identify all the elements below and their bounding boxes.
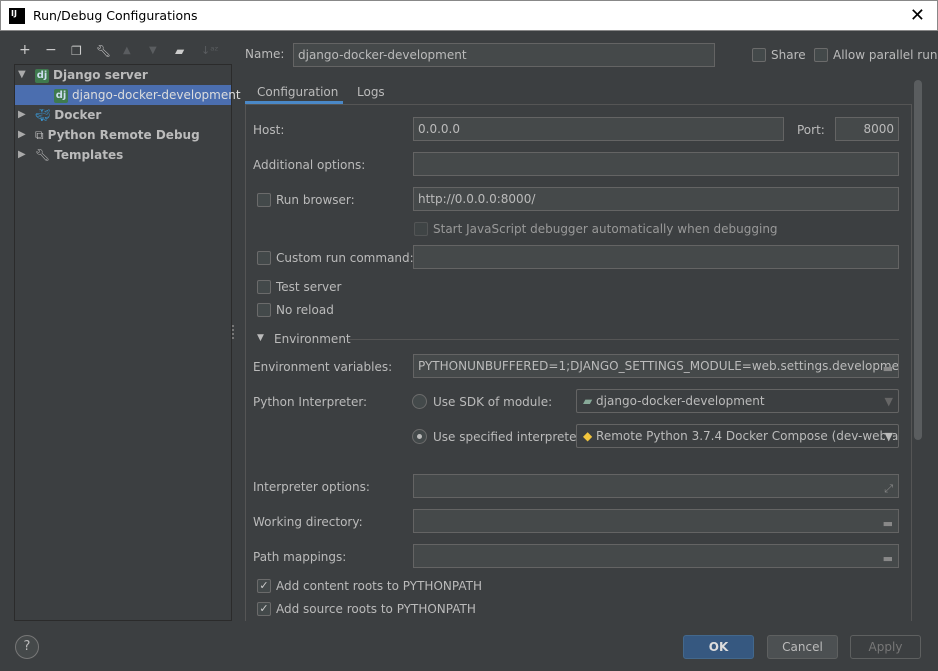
path-mappings-input[interactable]: ▬	[413, 544, 899, 568]
tab-logs[interactable]: Logs	[357, 85, 385, 99]
no-reload-checkbox[interactable]	[257, 303, 271, 317]
run-browser-checkbox[interactable]	[257, 193, 271, 207]
interpreter-dropdown[interactable]: ◆ Remote Python 3.7.4 Docker Compose (de…	[576, 424, 899, 448]
cancel-button[interactable]: Cancel	[767, 635, 838, 659]
working-directory-input[interactable]: ▬	[413, 509, 899, 533]
expand-icon[interactable]: ⤢	[884, 478, 893, 497]
new-folder-icon[interactable]: ▰	[175, 44, 184, 58]
path-mappings-label: Path mappings:	[253, 550, 347, 564]
django-icon: dj	[35, 68, 49, 83]
allow-parallel-label: Allow parallel run	[833, 48, 938, 62]
use-sdk-radio[interactable]	[412, 394, 427, 409]
working-directory-label: Working directory:	[253, 515, 363, 529]
arrow-down-icon: ▼	[149, 45, 157, 56]
allow-parallel-checkbox[interactable]	[814, 48, 828, 62]
environment-section-title: Environment	[274, 332, 351, 346]
minus-icon[interactable]: −	[45, 42, 57, 58]
share-label: Share	[771, 48, 806, 62]
window-title: Run/Debug Configurations	[33, 8, 198, 23]
no-reload-label: No reload	[276, 303, 334, 317]
folder-icon[interactable]: ▬	[883, 358, 893, 377]
js-debugger-checkbox	[414, 222, 428, 236]
arrow-up-icon: ▲	[123, 45, 131, 56]
test-server-label: Test server	[276, 280, 342, 294]
run-browser-url-input[interactable]: http://0.0.0.0:8000/	[413, 187, 899, 211]
collapse-arrow-icon[interactable]: ▼	[257, 333, 264, 343]
tree-item-python-remote-debug[interactable]: ▶ ⧉ Python Remote Debug	[15, 125, 231, 145]
host-input[interactable]: 0.0.0.0	[413, 117, 784, 141]
title-bar: IJ Run/Debug Configurations ✕	[0, 0, 938, 31]
chevron-down-icon: ▼	[884, 426, 893, 447]
tree-item-templates[interactable]: ▶ 🔧︎ Templates	[15, 145, 231, 165]
close-icon[interactable]: ✕	[910, 5, 925, 26]
ok-button[interactable]: OK	[683, 635, 754, 659]
folder-icon[interactable]: ▬	[883, 548, 893, 567]
share-checkbox[interactable]	[752, 48, 766, 62]
wrench-icon[interactable]: 🔧︎	[96, 44, 111, 58]
wrench-icon: 🔧︎	[35, 148, 51, 162]
name-input[interactable]: django-docker-development	[293, 43, 715, 67]
apply-button: Apply	[850, 635, 921, 659]
run-browser-label: Run browser:	[276, 193, 355, 207]
python-interpreter-label: Python Interpreter:	[253, 395, 368, 409]
tree-item-django-docker-development[interactable]: dj django-docker-development	[15, 85, 241, 105]
custom-run-command-checkbox[interactable]	[257, 251, 271, 265]
interpreter-options-label: Interpreter options:	[253, 480, 370, 494]
js-debugger-label: Start JavaScript debugger automatically …	[433, 222, 778, 236]
interpreter-options-input[interactable]: ⤢	[413, 474, 899, 498]
tree-item-docker[interactable]: ▶ 🐳︎ Docker	[15, 105, 231, 125]
config-tree: ▼ dj Django server dj django-docker-develop…	[14, 64, 241, 621]
custom-run-command-input[interactable]	[413, 245, 899, 269]
port-input[interactable]: 8000	[835, 117, 899, 141]
chevron-down-icon: ▼	[884, 395, 893, 408]
module-folder-icon: ▰	[583, 394, 597, 408]
tab-configuration[interactable]: Configuration	[257, 85, 338, 99]
use-specified-radio[interactable]	[412, 429, 427, 444]
app-logo-icon: IJ	[9, 8, 25, 24]
docker-icon: 🐳︎	[35, 108, 51, 122]
content-roots-label: Add content roots to PYTHONPATH	[276, 579, 482, 593]
port-label: Port:	[797, 123, 825, 137]
additional-options-label: Additional options:	[253, 158, 366, 172]
source-roots-checkbox[interactable]: ✓	[257, 602, 271, 616]
additional-options-input[interactable]	[413, 152, 899, 176]
source-roots-label: Add source roots to PYTHONPATH	[276, 602, 476, 616]
sdk-module-dropdown[interactable]: ▰ django-docker-development ▼	[576, 389, 899, 413]
host-label: Host:	[253, 123, 285, 137]
tree-item-django-server[interactable]: ▼ dj Django server	[15, 65, 231, 85]
splitter-handle[interactable]	[232, 325, 236, 339]
scrollbar[interactable]	[914, 80, 922, 440]
sort-icon: ↓ᵃᶻ	[201, 44, 219, 57]
remote-debug-icon: ⧉	[35, 128, 44, 142]
env-vars-label: Environment variables:	[253, 360, 393, 374]
python-icon: ◆	[583, 429, 597, 443]
env-vars-input[interactable]: PYTHONUNBUFFERED=1;DJANGO_SETTINGS_MODUL…	[413, 354, 899, 378]
plus-icon[interactable]: +	[19, 42, 31, 58]
content-roots-checkbox[interactable]: ✓	[257, 579, 271, 593]
django-icon: dj	[54, 88, 68, 103]
use-sdk-label: Use SDK of module:	[433, 395, 553, 409]
section-divider	[348, 339, 899, 340]
name-label: Name:	[245, 47, 285, 61]
help-button[interactable]: ?	[15, 635, 39, 659]
custom-run-command-label: Custom run command:	[276, 251, 414, 265]
folder-icon[interactable]: ▬	[883, 513, 893, 532]
test-server-checkbox[interactable]	[257, 280, 271, 294]
copy-icon[interactable]: ❐	[71, 44, 82, 58]
use-specified-label: Use specified interpreter:	[433, 430, 586, 444]
